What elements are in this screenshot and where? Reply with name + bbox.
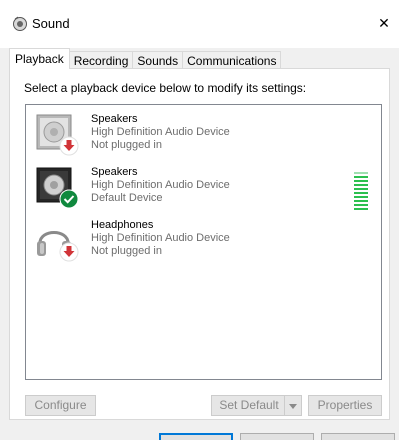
device-list[interactable]: Speakers High Definition Audio Device No…: [25, 104, 382, 380]
playback-panel: Select a playback device below to modify…: [9, 68, 390, 420]
set-default-button[interactable]: Set Default: [211, 395, 287, 416]
device-speakers-default[interactable]: Speakers High Definition Audio Device De…: [34, 164, 374, 212]
device-name: Speakers: [91, 113, 138, 125]
device-name: Headphones: [91, 219, 154, 231]
level-meter-segment: [354, 208, 368, 210]
tab-strip: Playback Recording Sounds Communications: [9, 48, 282, 69]
speaker-title-icon: [12, 16, 28, 32]
ok-button[interactable]: [159, 433, 233, 440]
device-description: High Definition Audio Device: [91, 232, 230, 244]
level-meter-segment: [354, 176, 368, 178]
title-bar: Sound ✕: [0, 0, 399, 48]
instruction-text: Select a playback device below to modify…: [24, 81, 307, 95]
close-button[interactable]: ✕: [369, 8, 399, 38]
device-description: High Definition Audio Device: [91, 179, 230, 191]
device-status: Not plugged in: [91, 245, 162, 257]
level-meter-segment: [354, 188, 368, 190]
device-name: Speakers: [91, 166, 138, 178]
level-meter-segment: [354, 172, 368, 174]
level-meter-segment: [354, 196, 368, 198]
red-down-arrow-badge: [59, 242, 79, 265]
properties-button[interactable]: Properties: [308, 395, 382, 416]
device-info: Speakers High Definition Audio Device De…: [91, 166, 230, 205]
tab-sounds[interactable]: Sounds: [132, 51, 184, 69]
device-info: Speakers High Definition Audio Device No…: [91, 113, 230, 152]
level-meter-segment: [354, 184, 368, 186]
device-info: Headphones High Definition Audio Device …: [91, 219, 230, 258]
tab-playback[interactable]: Playback: [9, 48, 70, 69]
device-description: High Definition Audio Device: [91, 126, 230, 138]
red-down-arrow-badge: [59, 136, 79, 159]
close-icon: ✕: [378, 14, 390, 31]
level-meter-segment: [354, 192, 368, 194]
device-status: Default Device: [91, 192, 163, 204]
device-speakers-unplugged[interactable]: Speakers High Definition Audio Device No…: [34, 111, 374, 159]
level-meter-segment: [354, 180, 368, 182]
chevron-down-icon: [289, 399, 297, 413]
window-title: Sound: [32, 16, 70, 31]
cancel-button[interactable]: [240, 433, 314, 440]
tab-recording[interactable]: Recording: [68, 51, 134, 69]
configure-button[interactable]: Configure: [25, 395, 96, 416]
level-meter-segment: [354, 200, 368, 202]
level-meter-segment: [354, 204, 368, 206]
sound-dialog: Sound ✕ Playback Recording Sounds Commun…: [0, 0, 399, 440]
set-default-dropdown[interactable]: [284, 395, 302, 416]
tab-communications[interactable]: Communications: [182, 51, 282, 69]
dialog-body: Playback Recording Sounds Communications…: [0, 48, 399, 440]
apply-button[interactable]: [321, 433, 395, 440]
volume-level-meter: [354, 172, 368, 212]
device-status: Not plugged in: [91, 139, 162, 151]
green-check-badge: [59, 189, 79, 212]
device-headphones-unplugged[interactable]: Headphones High Definition Audio Device …: [34, 217, 374, 265]
